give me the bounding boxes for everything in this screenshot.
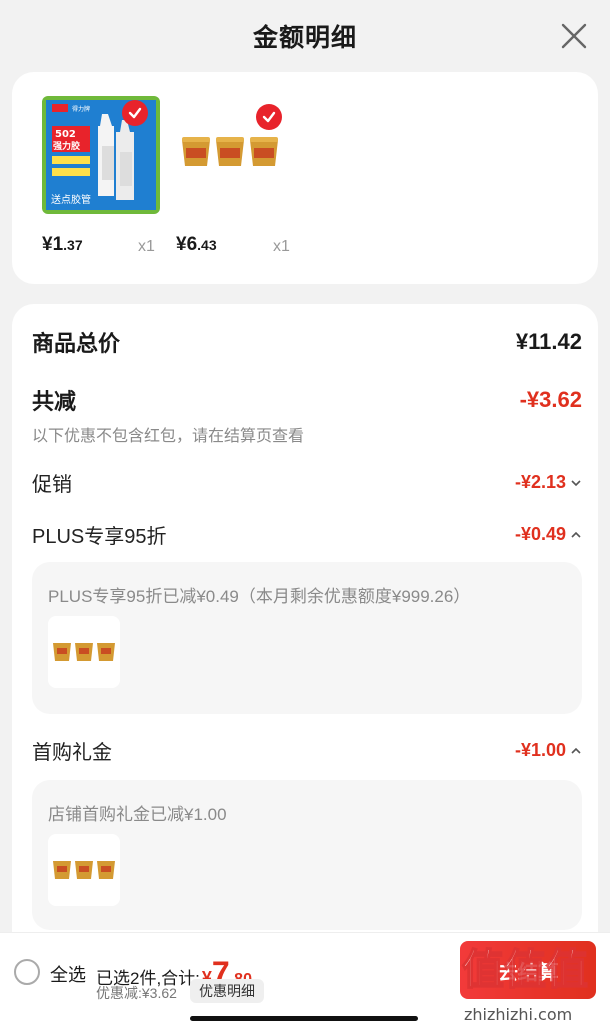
glue-label-name: 强力胶 <box>53 140 80 152</box>
first-gift-value-wrap: -¥1.00 <box>515 740 582 761</box>
first-gift-value: -¥1.00 <box>514 740 566 760</box>
total-label: 商品总价 <box>32 331 121 356</box>
close-icon[interactable] <box>560 22 588 50</box>
home-indicator <box>190 1016 418 1021</box>
promo-row[interactable]: 促销 -¥2.13 <box>32 468 582 497</box>
promo-label: 促销 <box>32 474 72 496</box>
reduce-row: 共减 -¥3.62 <box>32 384 582 416</box>
reduce-note: 以下优惠不包含红包，请在结算页查看 <box>32 428 305 445</box>
plus-product-thumb <box>48 616 120 688</box>
product-noodles-qty: x1 <box>273 238 290 255</box>
product-noodles[interactable] <box>176 96 294 214</box>
chevron-up-icon <box>571 747 581 754</box>
plus-detail-text: PLUS专享95折已减¥0.49（本月剩余优惠额度¥999.26） <box>48 587 471 606</box>
discount-text: 优惠减:¥3.62 <box>96 985 177 1001</box>
promo-value-wrap: -¥2.13 <box>515 472 582 493</box>
total-value: ¥11.42 <box>515 329 582 354</box>
reduce-label: 共减 <box>32 389 77 414</box>
plus-detail-box: PLUS专享95折已减¥0.49（本月剩余优惠额度¥999.26） <box>32 562 582 714</box>
chevron-up-icon <box>571 531 581 538</box>
price-dec: .37 <box>63 237 83 253</box>
plus-row[interactable]: PLUS专享95折 -¥0.49 <box>32 520 582 549</box>
price-dec: .43 <box>197 237 217 253</box>
glue-label-502: 502 <box>55 129 76 140</box>
watermark-brand: 值值值 <box>462 945 588 994</box>
first-gift-row[interactable]: 首购礼金 -¥1.00 <box>32 736 582 765</box>
reduce-value: -¥3.62 <box>519 387 582 412</box>
selected-check-icon[interactable] <box>256 104 282 130</box>
first-gift-product-thumb <box>48 834 120 906</box>
products-card: 得力牌 502 强力胶 送点胶管 ¥1.37 x1 ¥6.43 x1 <box>12 72 598 284</box>
product-noodles-price: ¥6.43 <box>176 234 217 256</box>
total-row: 商品总价 ¥11.42 <box>32 326 582 358</box>
product-glue-price: ¥1.37 <box>42 234 83 256</box>
select-all-radio[interactable] <box>14 959 40 985</box>
selected-check-icon[interactable] <box>122 100 148 126</box>
select-all-label[interactable]: 全选 <box>50 961 86 987</box>
price-detail-card: 商品总价 ¥11.42 共减 -¥3.62 以下优惠不包含红包，请在结算页查看 … <box>12 304 598 1004</box>
first-gift-label: 首购礼金 <box>32 742 112 764</box>
discount-detail-button[interactable]: 优惠明细 <box>190 979 264 1003</box>
glue-brand: 得力牌 <box>72 105 90 113</box>
header: 金额明细 <box>0 0 610 72</box>
watermark-site: zhizhizhi.com <box>464 1005 572 1024</box>
promo-value: -¥2.13 <box>514 472 566 492</box>
price-int: ¥1 <box>42 234 64 255</box>
plus-value-wrap: -¥0.49 <box>515 524 582 545</box>
chevron-down-icon <box>571 479 581 486</box>
product-glue[interactable]: 得力牌 502 强力胶 送点胶管 <box>42 96 160 214</box>
first-gift-detail-box: 店铺首购礼金已减¥1.00 <box>32 780 582 930</box>
price-int: ¥6 <box>176 234 198 255</box>
plus-label: PLUS专享95折 <box>32 526 167 548</box>
product-glue-qty: x1 <box>138 238 155 255</box>
watermark: 值值值 zhizhizhi.com <box>461 944 589 1024</box>
page-title: 金额明细 <box>252 24 357 52</box>
glue-tag: 送点胶管 <box>51 193 91 206</box>
first-gift-detail-text: 店铺首购礼金已减¥1.00 <box>48 805 227 824</box>
plus-value: -¥0.49 <box>514 524 566 544</box>
